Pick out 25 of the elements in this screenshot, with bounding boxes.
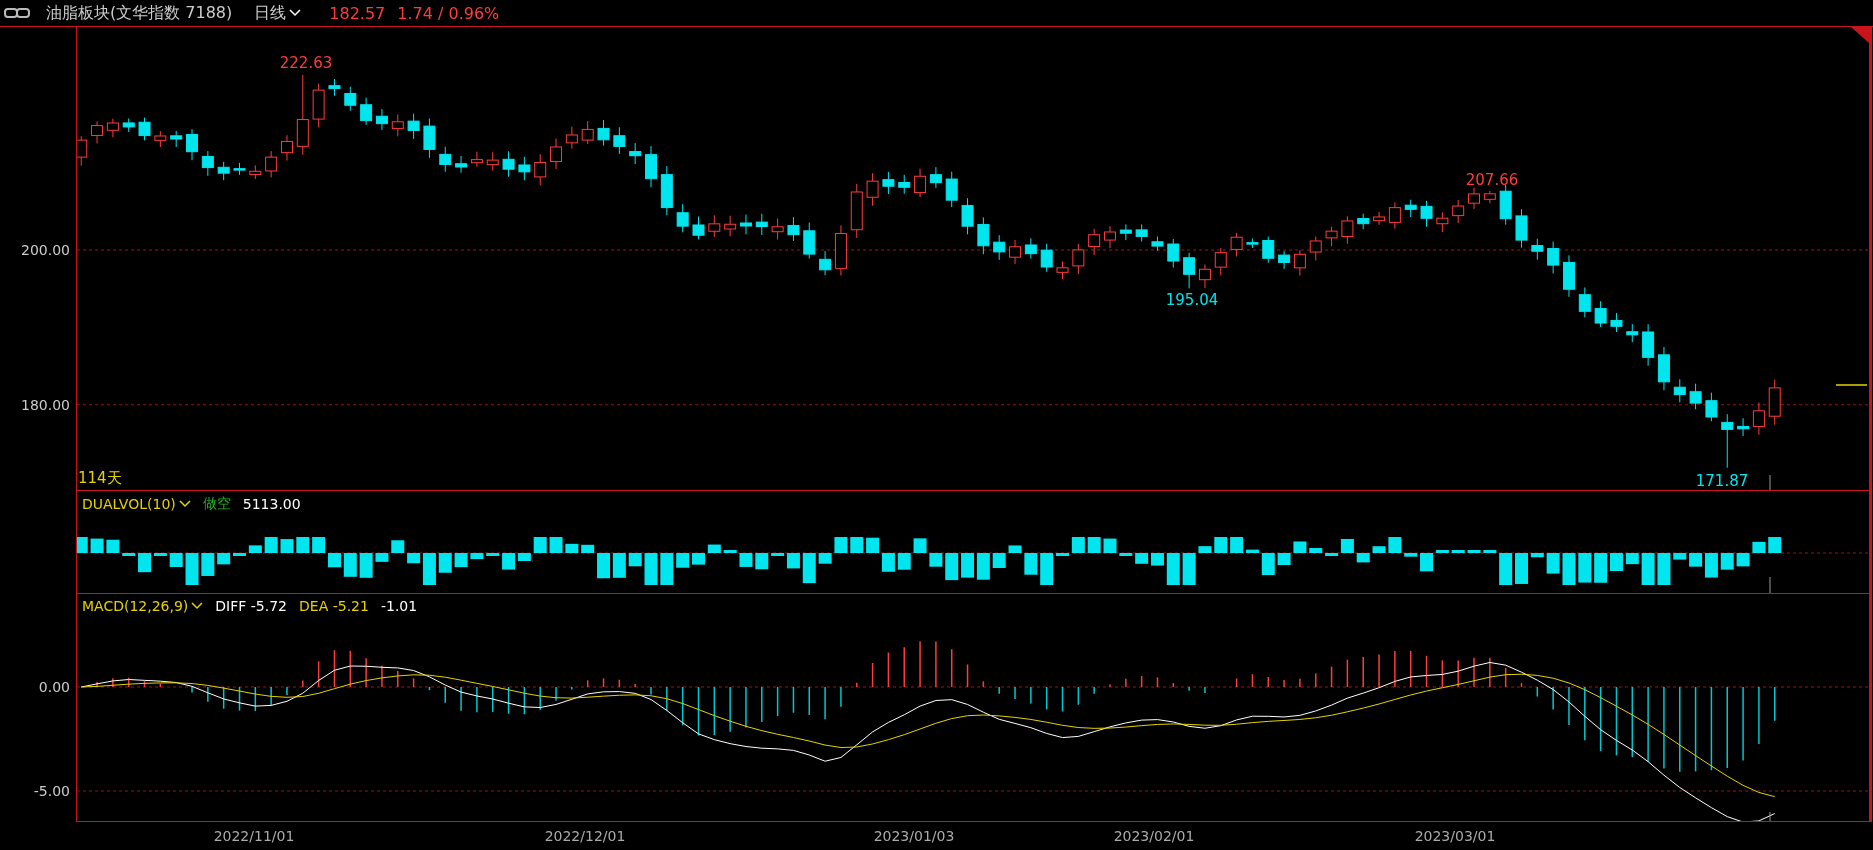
price-axis-label: 200.00 xyxy=(21,242,70,258)
last-price: 182.57 xyxy=(329,3,386,23)
indicator-dropdown[interactable]: MACD(12,26,9) xyxy=(82,598,204,614)
date-axis-label: 2022/11/01 xyxy=(213,828,295,844)
period-dropdown[interactable]: 日线 xyxy=(254,2,302,24)
price-extreme-label: 207.66 xyxy=(1465,171,1519,189)
instrument-title: 油脂板块(文华指数 7188) xyxy=(46,2,233,24)
date-axis-label: 2023/02/01 xyxy=(1113,828,1195,844)
price-extreme-label: 222.63 xyxy=(279,54,333,72)
diff-value: DIFF -5.72 xyxy=(215,598,288,614)
date-axis-label: 2023/03/01 xyxy=(1414,828,1496,844)
signal-label: 做空 xyxy=(202,495,231,513)
price-change: 1.74 / 0.96% xyxy=(397,3,500,23)
macd-axis-label: -5.00 xyxy=(33,783,70,799)
macd-value: -1.01 xyxy=(380,598,418,614)
price-axis-label: 180.00 xyxy=(21,396,70,413)
days-count: 114天 xyxy=(78,469,122,488)
macd-axis-label: 0.00 xyxy=(38,679,70,695)
price-extreme-label: 171.87 xyxy=(1695,472,1749,490)
dea-value: DEA -5.21 xyxy=(299,598,369,614)
indicator-value: 5113.00 xyxy=(242,496,301,512)
indicator-dropdown[interactable]: DUALVOL(10) xyxy=(82,496,191,512)
price-extreme-label: 195.04 xyxy=(1165,291,1219,309)
date-axis-label: 2022/12/01 xyxy=(544,828,626,844)
date-axis-label: 2023/01/03 xyxy=(873,828,955,844)
